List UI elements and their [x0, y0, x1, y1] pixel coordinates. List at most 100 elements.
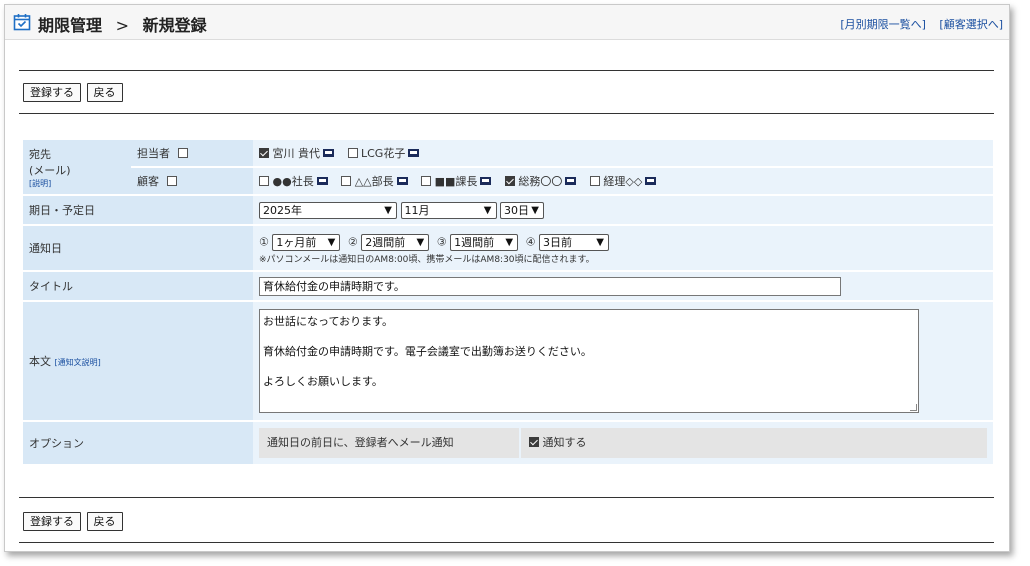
- page-title: 期限管理 > 新規登録: [38, 12, 207, 36]
- calendar-icon: [13, 14, 31, 31]
- pc-icon: [565, 177, 577, 185]
- title-field-cell: 育休給付金の申請時期です。: [253, 272, 993, 300]
- customer-checkbox[interactable]: [504, 176, 515, 186]
- customer-option[interactable]: ■■課長: [421, 175, 492, 188]
- customer-checkbox[interactable]: [341, 176, 352, 186]
- customer-name: ■■課長: [434, 175, 478, 188]
- staff-name: LCG花子: [361, 147, 406, 160]
- option-description: 通知日の前日に、登録者へメール通知: [259, 428, 519, 458]
- chevron-down-icon: ▼: [416, 237, 425, 248]
- day-select[interactable]: 30日 ▼: [500, 201, 544, 219]
- pc-icon: [480, 177, 492, 185]
- customer-label-cell: 顧客: [131, 168, 253, 194]
- notify-num-1: ①: [259, 235, 269, 249]
- chevron-down-icon: ▼: [505, 237, 514, 248]
- divider-bottom-1: [19, 497, 994, 498]
- divider-top-2: [19, 113, 994, 114]
- customer-select-link[interactable]: [顧客選択へ]: [939, 18, 1003, 31]
- notify-select-3[interactable]: 1週間前 ▼: [450, 234, 519, 251]
- customer-options: ●●社長 △△部長 ■■課長 総務〇〇 経理◇◇: [253, 168, 993, 194]
- back-button-bottom[interactable]: 戻る: [86, 512, 123, 531]
- pc-icon: [396, 177, 408, 185]
- monthly-list-link[interactable]: [月別期限一覧へ]: [840, 18, 926, 31]
- customer-all-checkbox[interactable]: [166, 176, 177, 186]
- page-header: 期限管理 > 新規登録 [月別期限一覧へ] [顧客選択へ]: [5, 5, 1009, 40]
- body-field-cell: お世話になっております。 育休給付金の申請時期です。電子会議室で出勤簿お送りくだ…: [253, 302, 993, 420]
- date-label: 期日・予定日: [23, 196, 253, 224]
- body-line-3: よろしくお願いします。: [263, 375, 383, 388]
- customer-checkbox[interactable]: [421, 176, 432, 186]
- staff-option[interactable]: 宮川 貴代: [259, 147, 334, 160]
- title-input[interactable]: 育休給付金の申請時期です。: [259, 276, 841, 296]
- notify-num-2: ②: [347, 235, 358, 249]
- resize-grip-icon[interactable]: [910, 404, 917, 411]
- body-line-1: お世話になっております。: [263, 315, 394, 328]
- pc-icon: [323, 149, 334, 157]
- option-label: オプション: [23, 422, 253, 464]
- pc-icon: [408, 149, 420, 157]
- notify-num-4: ④: [525, 235, 536, 249]
- staff-name: 宮川 貴代: [272, 147, 321, 160]
- customer-name: △△部長: [354, 175, 394, 188]
- year-select[interactable]: 2025年 ▼: [259, 201, 397, 219]
- back-button-top[interactable]: 戻る: [86, 83, 123, 102]
- pc-icon: [645, 177, 657, 185]
- notify-select-2[interactable]: 2週間前 ▼: [361, 234, 430, 251]
- main-panel: 期限管理 > 新規登録 [月別期限一覧へ] [顧客選択へ] 登録する 戻る 宛先…: [4, 4, 1010, 552]
- chevron-down-icon: ▼: [327, 237, 336, 248]
- notify-select-1[interactable]: 1ヶ月前 ▼: [272, 234, 341, 251]
- customer-name: 経理◇◇: [603, 175, 643, 188]
- notify-fields: ① 1ヶ月前 ▼ ② 2週間前 ▼ ③ 1週間前 ▼ ④ 3日前 ▼ ※パソコンメールは…: [253, 226, 993, 270]
- body-help-link[interactable]: [通知文説明]: [55, 358, 101, 367]
- customer-name: 総務〇〇: [518, 175, 563, 188]
- destination-label-cell: 宛先 (メール) [説明]: [23, 140, 131, 194]
- chevron-down-icon: ▼: [531, 204, 539, 216]
- chevron-down-icon: ▼: [384, 204, 392, 216]
- customer-name: ●●社長: [272, 175, 314, 188]
- title-separator: >: [115, 16, 129, 35]
- title-sub: 新規登録: [142, 16, 207, 35]
- customer-label: 顧客: [137, 175, 159, 188]
- notify-self-checkbox[interactable]: [529, 437, 539, 447]
- destination-label-sub: (メール): [29, 163, 71, 177]
- body-textarea[interactable]: お世話になっております。 育休給付金の申請時期です。電子会議室で出勤簿お送りくだ…: [259, 309, 919, 413]
- destination-label: 宛先: [29, 147, 51, 161]
- staff-options: 宮川 貴代 LCG花子: [253, 140, 993, 166]
- staff-checkbox[interactable]: [347, 148, 358, 158]
- staff-checkbox[interactable]: [259, 148, 269, 158]
- destination-help-link[interactable]: [説明]: [29, 178, 125, 189]
- title-label: タイトル: [23, 272, 253, 300]
- pc-icon: [316, 177, 328, 185]
- divider-top-1: [19, 70, 994, 71]
- notify-note: ※パソコンメールは通知日のAM8:00頃、携帯メールはAM8:30頃に配信されま…: [259, 255, 595, 265]
- customer-option[interactable]: △△部長: [341, 175, 408, 188]
- header-links: [月別期限一覧へ] [顧客選択へ]: [830, 16, 1003, 32]
- customer-option[interactable]: 総務〇〇: [504, 175, 577, 188]
- option-checkbox-cell[interactable]: 通知する: [521, 428, 987, 458]
- customer-checkbox[interactable]: [589, 176, 600, 186]
- divider-bottom-2: [19, 542, 994, 543]
- register-button-bottom[interactable]: 登録する: [23, 512, 81, 531]
- month-select[interactable]: 11月 ▼: [400, 201, 497, 219]
- body-line-2: 育休給付金の申請時期です。電子会議室で出勤簿お送りください。: [263, 345, 592, 358]
- chevron-down-icon: ▼: [483, 204, 492, 216]
- registration-form: 宛先 (メール) [説明] 担当者 宮川 貴代 LCG花子 顧客 ●●社長 △△…: [23, 138, 993, 466]
- staff-option[interactable]: LCG花子: [347, 147, 420, 160]
- customer-checkbox[interactable]: [259, 176, 269, 186]
- notify-num-3: ③: [436, 235, 447, 249]
- title-main: 期限管理: [38, 16, 103, 35]
- bottom-button-row: 登録する 戻る: [23, 512, 125, 531]
- customer-option[interactable]: ●●社長: [259, 175, 328, 188]
- staff-all-checkbox[interactable]: [177, 148, 188, 158]
- staff-label: 担当者: [137, 147, 170, 160]
- date-fields: 2025年 ▼ 11月 ▼ 30日 ▼: [253, 196, 993, 224]
- register-button-top[interactable]: 登録する: [23, 83, 81, 102]
- body-label-cell: 本文 [通知文説明]: [23, 302, 253, 420]
- option-cell: 通知日の前日に、登録者へメール通知 通知する: [253, 422, 993, 464]
- staff-label-cell: 担当者: [131, 140, 253, 166]
- notify-select-4[interactable]: 3日前 ▼: [539, 234, 609, 251]
- customer-option[interactable]: 経理◇◇: [589, 175, 657, 188]
- chevron-down-icon: ▼: [596, 237, 604, 248]
- notify-label: 通知日: [23, 226, 253, 270]
- notify-self-label: 通知する: [542, 436, 587, 449]
